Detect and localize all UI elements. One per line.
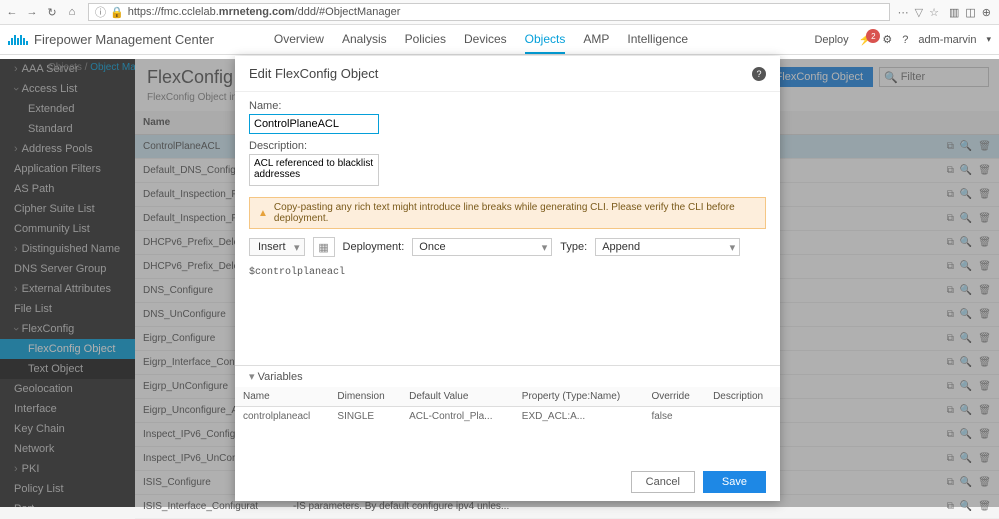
notif-badge: 2: [866, 29, 880, 43]
type-label: Type:: [560, 241, 587, 253]
user-name[interactable]: adm-marvin: [918, 34, 976, 46]
nav-tab-devices[interactable]: Devices: [464, 26, 507, 54]
info-icon: ⓘ: [95, 4, 106, 20]
cli-code-area[interactable]: $controlplaneacl: [235, 265, 780, 365]
deployment-value: Once: [419, 241, 445, 253]
variables-header[interactable]: Variables: [235, 366, 780, 387]
warning-text: Copy-pasting any rich text might introdu…: [274, 202, 757, 224]
desc-textarea[interactable]: [249, 154, 379, 186]
forward-icon[interactable]: →: [24, 4, 40, 20]
cli-warning: Copy-pasting any rich text might introdu…: [249, 197, 766, 229]
lightning-icon[interactable]: ⚡2: [859, 33, 873, 46]
grid-icon[interactable]: ▦: [313, 237, 335, 257]
main-nav: Overview Analysis Policies Devices Objects AM…: [274, 26, 688, 54]
insert-dropdown[interactable]: Insert: [249, 238, 305, 256]
lock-icon: 🔒: [110, 6, 124, 19]
app-header: Firepower Management Center Overview Anal…: [0, 25, 999, 55]
name-label: Name:: [249, 100, 766, 112]
sidebar-toggle-icon[interactable]: ▥: [949, 6, 959, 19]
deploy-button[interactable]: Deploy: [814, 34, 848, 46]
var-default: ACL-Control_Pla...: [401, 407, 514, 427]
modal-header: Edit FlexConfig Object ?: [235, 56, 780, 92]
ext-icon[interactable]: ⊕: [982, 6, 991, 19]
pocket-icon[interactable]: ▽: [915, 6, 923, 19]
variable-row: controlplaneacl SINGLE ACL-Control_Pla..…: [235, 407, 780, 427]
gear-icon[interactable]: ⚙: [882, 33, 892, 46]
var-override: false: [643, 407, 705, 427]
type-select[interactable]: Append: [595, 238, 740, 256]
nav-tab-policies[interactable]: Policies: [405, 26, 446, 54]
modal-title: Edit FlexConfig Object: [249, 66, 378, 81]
var-property: EXD_ACL:A...: [514, 407, 644, 427]
help-icon[interactable]: ?: [902, 34, 908, 46]
url-prefix: https://fmc.cclelab.: [128, 6, 219, 18]
nav-tab-amp[interactable]: AMP: [583, 26, 609, 54]
url-domain: mrneteng.com: [219, 6, 295, 18]
edit-flexconfig-modal: Edit FlexConfig Object ? Name: Descripti…: [235, 56, 780, 501]
nav-tab-overview[interactable]: Overview: [274, 26, 324, 54]
deployment-select[interactable]: Once: [412, 238, 552, 256]
cisco-logo: [8, 35, 28, 45]
nav-tab-intelligence[interactable]: Intelligence: [627, 26, 688, 54]
insert-label: Insert: [258, 241, 286, 253]
brand-text: Firepower Management Center: [34, 32, 214, 47]
account-icon[interactable]: ◫: [965, 6, 975, 19]
url-bar[interactable]: ⓘ 🔒 https://fmc.cclelab.mrneteng.com/ddd…: [88, 3, 890, 21]
variables-table: NameDimensionDefault ValueProperty (Type…: [235, 387, 780, 426]
vars-col: Override: [643, 387, 705, 407]
name-input[interactable]: [249, 114, 379, 134]
star-icon[interactable]: ☆: [929, 6, 939, 19]
reload-icon[interactable]: ↻: [44, 4, 60, 20]
browser-chrome: ← → ↻ ⌂ ⓘ 🔒 https://fmc.cclelab.mrneteng…: [0, 0, 999, 25]
desc-label: Description:: [249, 140, 766, 152]
ellipsis-icon[interactable]: ⋯: [898, 6, 909, 19]
vars-col: Name: [235, 387, 329, 407]
type-value: Append: [602, 241, 640, 253]
help-icon[interactable]: ?: [752, 67, 766, 81]
nav-tab-analysis[interactable]: Analysis: [342, 26, 387, 54]
url-suffix: /ddd/#ObjectManager: [295, 6, 401, 18]
vars-col: Property (Type:Name): [514, 387, 644, 407]
nav-tab-objects[interactable]: Objects: [525, 26, 566, 54]
back-icon[interactable]: ←: [4, 4, 20, 20]
vars-col: Description: [705, 387, 780, 407]
vars-col: Dimension: [329, 387, 401, 407]
var-name: controlplaneacl: [235, 407, 329, 427]
var-desc: [705, 407, 780, 427]
var-dim: SINGLE: [329, 407, 401, 427]
vars-col: Default Value: [401, 387, 514, 407]
deployment-label: Deployment:: [343, 241, 405, 253]
save-button[interactable]: Save: [703, 471, 766, 493]
home-icon[interactable]: ⌂: [64, 4, 80, 20]
chevron-down-icon[interactable]: ▾: [986, 34, 991, 45]
cancel-button[interactable]: Cancel: [631, 471, 695, 493]
